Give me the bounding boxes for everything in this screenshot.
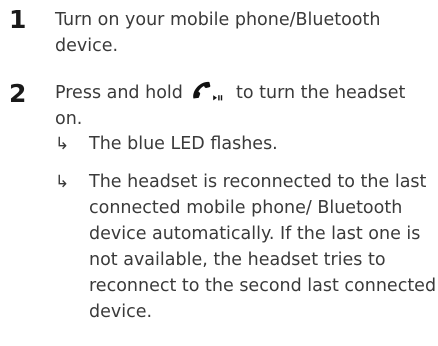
result-text: The blue LED flashes. — [89, 134, 278, 154]
result-arrow-icon: ↳ — [55, 134, 70, 154]
step-2-results: ↳ The blue LED flashes. ↳ The headset is… — [55, 131, 438, 325]
step-number: 2 — [9, 79, 27, 108]
result-item: ↳ The blue LED flashes. — [55, 131, 438, 157]
step-number: 1 — [9, 5, 27, 34]
step-text: Press and hold to turn the headset on. — [55, 80, 435, 132]
call-play-pause-icon — [190, 80, 228, 102]
step-text: Turn on your mobile phone/Bluetooth devi… — [55, 10, 381, 56]
result-text: The headset is reconnected to the last c… — [89, 172, 437, 322]
result-item: ↳ The headset is reconnected to the last… — [55, 169, 438, 325]
result-arrow-icon: ↳ — [55, 172, 70, 192]
step-text-before-icon: Press and hold — [55, 83, 183, 103]
